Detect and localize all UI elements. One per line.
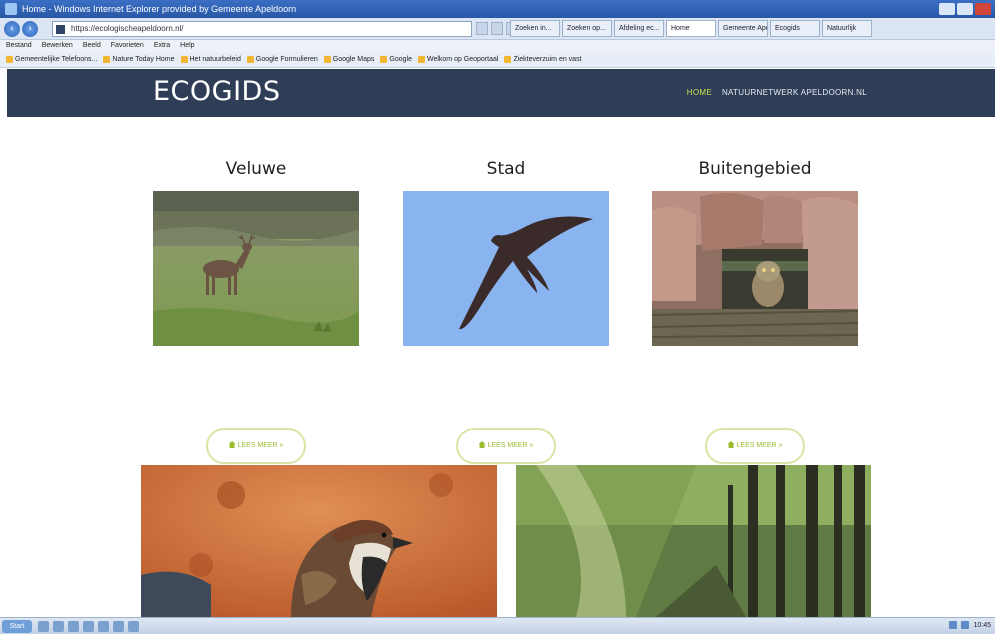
favorites-bar: Gemeentelijke Telefoons... Nature Today …: [0, 52, 995, 68]
card-buitengebied: Buitengebied LEES MEER »: [652, 159, 858, 464]
back-arrow-icon[interactable]: ‹: [4, 21, 20, 37]
owl-roof-image: [652, 191, 858, 346]
refresh-icon[interactable]: [491, 22, 503, 35]
tab-2[interactable]: Afdeling ec...: [614, 20, 664, 37]
menu-bar: Bestand Bewerken Beeld Favorieten Extra …: [0, 40, 995, 52]
menu-item-edit[interactable]: Bewerken: [42, 40, 73, 52]
home-icon: [228, 441, 236, 448]
favorite-link[interactable]: Welkom op Geoportaal: [417, 52, 498, 67]
maximize-button[interactable]: [957, 3, 973, 15]
deer-image: [153, 191, 359, 346]
sparrow-image: [141, 465, 497, 617]
window-titlebar[interactable]: Home - Windows Internet Explorer provide…: [0, 0, 995, 18]
favorite-link[interactable]: Google: [380, 52, 412, 67]
start-button[interactable]: Start: [2, 620, 32, 633]
page-icon: [323, 56, 331, 63]
tab-0[interactable]: Zoeken in...: [510, 20, 560, 37]
card-title: Buitengebied: [698, 159, 812, 179]
card-title: Veluwe: [225, 159, 287, 179]
screen: Home - Windows Internet Explorer provide…: [0, 0, 995, 634]
lees-meer-button[interactable]: LEES MEER »: [456, 428, 556, 464]
address-bar[interactable]: https://ecologischeapeldoorn.nl/: [52, 21, 472, 37]
minimize-button[interactable]: [939, 3, 955, 15]
owl-photo[interactable]: [652, 191, 858, 346]
taskbar: Start 10:45: [0, 617, 995, 634]
forward-arrow-icon[interactable]: ›: [22, 21, 38, 37]
close-button[interactable]: [975, 3, 991, 15]
page-icon: [417, 56, 425, 63]
tab-5[interactable]: Ecogids: [770, 20, 820, 37]
site-logo[interactable]: ECOGIDS: [153, 76, 280, 107]
tab-1[interactable]: Zoeken op...: [562, 20, 612, 37]
favorite-link[interactable]: Gemeentelijke Telefoons...: [6, 52, 97, 67]
address-text: https://ecologischeapeldoorn.nl/: [71, 24, 184, 33]
window-title: Home - Windows Internet Explorer provide…: [22, 4, 297, 14]
menu-item-view[interactable]: Beeld: [83, 40, 101, 52]
deer-photo[interactable]: [153, 191, 359, 346]
volume-icon[interactable]: [961, 621, 970, 629]
lees-meer-button[interactable]: LEES MEER »: [705, 428, 805, 464]
star-icon: [6, 56, 13, 63]
page-icon: [103, 56, 111, 63]
explorer-icon[interactable]: [53, 621, 64, 632]
tab-4[interactable]: Gemeente Apeldoorn: [718, 20, 768, 37]
forest-photo[interactable]: [516, 465, 871, 617]
page-icon: [504, 56, 512, 63]
app-icon[interactable]: [98, 621, 109, 632]
network-icon[interactable]: [949, 621, 958, 629]
menu-item-tools[interactable]: Extra: [154, 40, 170, 52]
tab-3[interactable]: Home: [666, 20, 716, 37]
folder-icon[interactable]: [83, 621, 94, 632]
swift-image: [403, 191, 609, 346]
menu-item-help[interactable]: Help: [180, 40, 194, 52]
card-stad: Stad LEES MEER »: [403, 159, 609, 464]
page-icon: [180, 56, 188, 63]
tab-6[interactable]: Natuurlijk: [822, 20, 872, 37]
ie-icon[interactable]: [38, 621, 49, 632]
ie-icon: [5, 3, 17, 15]
page-content: Veluwe LEES MEER » Stad LEES MEER » Buit…: [7, 117, 995, 617]
outlook-icon[interactable]: [68, 621, 79, 632]
forest-image: [516, 465, 871, 617]
page-icon: [380, 56, 388, 63]
lees-meer-button[interactable]: LEES MEER »: [206, 428, 306, 464]
site-header: ECOGIDS HOME NATUURNETWERK APELDOORN.NL: [7, 69, 995, 117]
nav-natuurnetwerk[interactable]: NATUURNETWERK APELDOORN.NL: [722, 88, 867, 97]
compat-view-icon[interactable]: [476, 22, 488, 35]
page-icon: [246, 56, 254, 63]
address-row: ‹ › https://ecologischeapeldoorn.nl/ Zoe…: [0, 18, 995, 40]
nav-home[interactable]: HOME: [687, 88, 712, 97]
favorite-link[interactable]: Het natuurbeleid: [180, 52, 241, 67]
system-tray: 10:45: [949, 621, 991, 629]
app-icon[interactable]: [113, 621, 124, 632]
menu-item-file[interactable]: Bestand: [6, 40, 32, 52]
home-icon: [727, 441, 735, 448]
favorite-link[interactable]: Google Formulieren: [246, 52, 318, 67]
clock[interactable]: 10:45: [973, 622, 991, 629]
swift-photo[interactable]: [403, 191, 609, 346]
menu-item-favorites[interactable]: Favorieten: [111, 40, 144, 52]
site-favicon-icon: [56, 25, 65, 34]
card-veluwe: Veluwe LEES MEER »: [153, 159, 359, 464]
sparrow-photo[interactable]: [141, 465, 497, 617]
card-title: Stad: [486, 159, 526, 179]
favorite-link[interactable]: Ziekteverzuim en vast: [504, 52, 582, 67]
favorite-link[interactable]: Nature Today Home: [103, 52, 175, 67]
main-nav: HOME NATUURNETWERK APELDOORN.NL: [687, 88, 867, 97]
app-icon[interactable]: [128, 621, 139, 632]
favorite-link[interactable]: Google Maps: [323, 52, 374, 67]
home-icon: [478, 441, 486, 448]
